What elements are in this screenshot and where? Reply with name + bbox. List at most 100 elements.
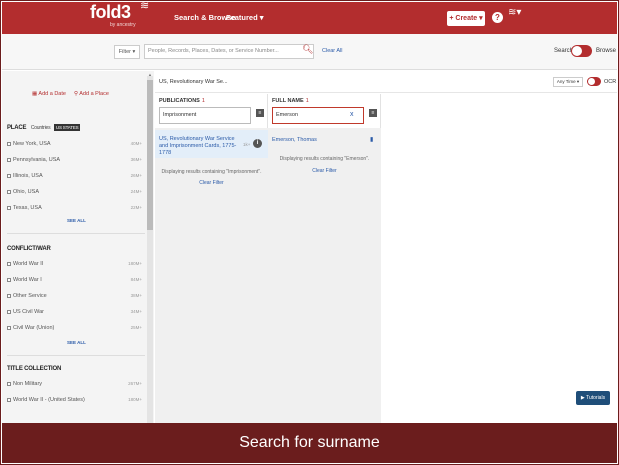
account-menu-icon[interactable]: ≋▾ xyxy=(508,8,521,18)
facet-item[interactable]: New York, USA 40M+ xyxy=(7,141,142,147)
facet-item[interactable]: Pennsylvania, USA 36M+ xyxy=(7,157,142,163)
column-menu-icon[interactable]: ≡ xyxy=(256,109,264,117)
facet-checkbox[interactable] xyxy=(7,293,11,298)
publications-column: PUBLICATIONS 1 Imprisonment ≡ US, Revolut… xyxy=(155,94,268,423)
toggle-knob xyxy=(572,46,582,56)
publication-title[interactable]: US, Revolutionary War Service and Impris… xyxy=(159,136,241,157)
document-icon[interactable]: ▮ xyxy=(370,136,373,143)
publications-header: PUBLICATIONS 1 xyxy=(159,98,205,104)
publications-count: 1 xyxy=(201,98,205,104)
facet-checkbox[interactable] xyxy=(7,205,11,210)
facet-checkbox[interactable] xyxy=(7,189,11,194)
facet-checkbox[interactable] xyxy=(7,141,11,146)
facet-item-count: 38M+ xyxy=(130,293,142,298)
full-name-count: 1 xyxy=(305,98,309,104)
info-icon[interactable]: i xyxy=(253,139,262,148)
facet-item[interactable]: Civil War (Union) 25M+ xyxy=(7,325,142,331)
facet-item[interactable]: World War II 180M+ xyxy=(7,261,142,267)
sidebar-scrollbar[interactable] xyxy=(147,76,153,423)
facet-item-label: World War II xyxy=(13,261,44,267)
place-title: PLACE xyxy=(7,125,27,131)
facet-item-count: 26M+ xyxy=(130,173,142,178)
collection-facet-title: TITLE COLLECTION xyxy=(7,366,62,372)
facet-item-count: 180M+ xyxy=(128,397,142,402)
place-sub-countries[interactable]: Countries xyxy=(31,125,51,131)
facet-checkbox[interactable] xyxy=(7,309,11,314)
facet-item[interactable]: Illinois, USA 26M+ xyxy=(7,173,142,179)
column-menu-icon[interactable]: ≡ xyxy=(369,109,377,117)
top-nav-bar: fold3 ≋ by ancestry Search & Browse Feat… xyxy=(2,0,617,34)
publication-record-count: 1k+ xyxy=(243,142,251,147)
facet-item-label: Pennsylvania, USA xyxy=(13,157,61,163)
full-name-filter-message: Displaying results containing "Emerson". xyxy=(279,156,370,162)
facet-item-count: 267M+ xyxy=(128,381,142,386)
filter-button[interactable]: Filter ▾ xyxy=(114,45,140,59)
facet-item-label: Non Military xyxy=(13,381,43,387)
publication-result-item[interactable]: US, Revolutionary War Service and Impris… xyxy=(155,130,268,158)
logo-text: fold3 xyxy=(90,2,131,22)
ocr-label: OCR xyxy=(604,79,617,85)
publications-filter-input[interactable]: Imprisonment xyxy=(159,107,251,124)
facet-item[interactable]: Texas, USA 22M+ xyxy=(7,205,142,211)
facet-item[interactable]: US Civil War 34M+ xyxy=(7,309,142,315)
facet-checkbox[interactable] xyxy=(7,277,11,282)
breadcrumb[interactable]: US, Revolutionary War Se... xyxy=(159,79,228,85)
facet-checkbox[interactable] xyxy=(7,261,11,266)
logo-subtext: by ancestry xyxy=(110,22,136,28)
add-place-button[interactable]: ⚲ Add a Place xyxy=(74,91,109,97)
add-date-label: Add a Date xyxy=(38,91,66,97)
add-date-button[interactable]: ▦ Add a Date xyxy=(32,91,66,97)
facet-checkbox[interactable] xyxy=(7,397,11,402)
help-icon[interactable]: ? xyxy=(492,12,503,23)
facet-item[interactable]: Other Service 38M+ xyxy=(7,293,142,299)
facet-item-label: Illinois, USA xyxy=(13,173,43,179)
full-name-clear-filter[interactable]: Clear Filter xyxy=(268,168,381,174)
search-input[interactable]: People, Records, Places, Dates, or Servi… xyxy=(144,44,314,59)
search-icon[interactable]: 🔍︎ xyxy=(302,44,313,55)
facet-checkbox[interactable] xyxy=(7,381,11,386)
tutorials-button[interactable]: ▶ Tutorials xyxy=(576,391,610,405)
full-name-header: FULL NAME 1 xyxy=(272,98,309,104)
facet-item-label: Texas, USA xyxy=(13,205,42,211)
facet-item[interactable]: Ohio, USA 24M+ xyxy=(7,189,142,195)
create-button[interactable]: + Create ▾ xyxy=(447,11,485,26)
any-time-dropdown[interactable]: Any Time ▾ xyxy=(553,77,583,87)
facet-item-count: 25M+ xyxy=(130,325,142,330)
facet-item-count: 84M+ xyxy=(130,277,142,282)
place-facet-title: PLACE Countries US States xyxy=(7,124,81,131)
facet-item[interactable]: Non Military 267M+ xyxy=(7,381,142,387)
facet-item[interactable]: World War I 84M+ xyxy=(7,277,142,283)
facet-item-count: 40M+ xyxy=(130,141,142,146)
clear-input-icon[interactable]: x xyxy=(350,111,354,118)
facet-item-label: Civil War (Union) xyxy=(13,325,55,331)
place-see-all[interactable]: SEE ALL xyxy=(67,218,86,223)
facet-item-label: Other Service xyxy=(13,293,47,299)
nav-featured[interactable]: Featured ▾ xyxy=(226,13,264,22)
publications-clear-filter[interactable]: Clear Filter xyxy=(155,180,268,186)
divider xyxy=(7,233,145,234)
facet-item-label: World War II - (United States) xyxy=(13,397,85,403)
fold3-logo[interactable]: fold3 ≋ by ancestry xyxy=(90,0,160,32)
toggle-knob xyxy=(588,78,595,85)
tutorials-label: Tutorials xyxy=(586,395,606,401)
full-name-header-label: FULL NAME xyxy=(272,98,304,104)
ocr-toggle[interactable] xyxy=(587,77,601,86)
logo-chevron-icon: ≋ xyxy=(140,0,150,12)
facet-checkbox[interactable] xyxy=(7,173,11,178)
facet-sidebar: ▦ Add a Date ⚲ Add a Place PLACE Countri… xyxy=(2,71,154,423)
place-tag-us-states[interactable]: US States xyxy=(53,124,81,131)
publications-filter-message: Displaying results containing "Imprisonm… xyxy=(161,169,262,175)
facet-item-label: US Civil War xyxy=(13,309,44,315)
publications-header-label: PUBLICATIONS xyxy=(159,98,200,104)
clear-all-link[interactable]: Clear All xyxy=(322,48,342,54)
facet-item[interactable]: World War II - (United States) 180M+ xyxy=(7,397,142,403)
conflict-facet-title: CONFLICT/WAR xyxy=(7,246,51,252)
scrollbar-thumb[interactable] xyxy=(147,80,153,230)
divider xyxy=(7,355,145,356)
facet-checkbox[interactable] xyxy=(7,325,11,330)
conflict-see-all[interactable]: SEE ALL xyxy=(67,340,86,345)
name-result-item[interactable]: Emerson, Thomas xyxy=(272,137,317,143)
facet-checkbox[interactable] xyxy=(7,157,11,162)
facet-item-label: World War I xyxy=(13,277,42,283)
search-browse-toggle[interactable] xyxy=(571,45,592,57)
